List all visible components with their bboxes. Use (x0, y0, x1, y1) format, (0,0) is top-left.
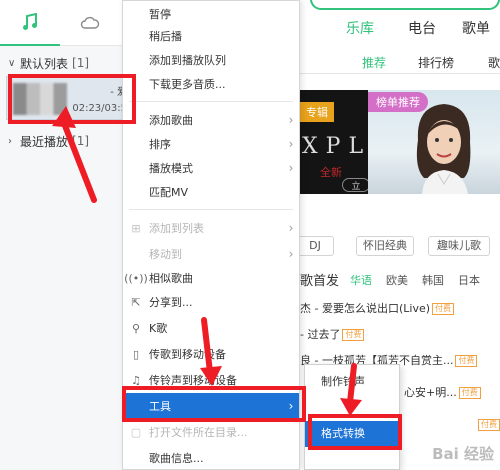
menu-item-move-to[interactable]: 移动到 › (123, 241, 299, 267)
search-box[interactable] (310, 0, 500, 10)
watermark: Bai 经验 (432, 445, 494, 463)
submenu-item-make-ringtone[interactable]: 制作铃声 (305, 369, 399, 395)
menu-item-add-song[interactable]: 添加歌曲 › (123, 107, 299, 133)
new-songs-title: 歌首发 (300, 274, 340, 289)
tab-cloud[interactable] (60, 0, 120, 46)
menu-item-add-to-queue[interactable]: 添加到播放队列 (123, 47, 299, 73)
album-banner[interactable]: 专辑 XPL 全新 立 (300, 90, 368, 194)
album-badge: 专辑 (300, 102, 334, 122)
vip-badge: 付费 (342, 329, 365, 341)
menu-item-play-mode[interactable]: 播放模式 › (123, 155, 299, 181)
song-row-text: 杰 - 爱要怎么说出口(Live) (300, 302, 431, 315)
vip-badge: 付费 (432, 303, 455, 315)
song-row[interactable]: 杰 - 爱要怎么说出口(Live) 付费 (300, 300, 500, 320)
chart-banner[interactable]: 榜单推荐 (368, 90, 500, 194)
radio-wave-icon: ((•)) (124, 271, 148, 285)
plus-icon: ⊞ (131, 221, 141, 235)
menu-item-share[interactable]: ⇱ 分享到... (123, 289, 299, 315)
microphone-icon: ⚲ (131, 321, 141, 335)
song-row-text: - 过去了 (300, 328, 341, 341)
vip-badge: 付费 (458, 387, 481, 399)
chevron-right-icon: › (8, 135, 12, 147)
chevron-right-icon: › (288, 161, 294, 175)
chevron-right-icon: › (288, 113, 294, 127)
chevron-right-icon: › (288, 137, 294, 151)
song-row[interactable]: 心安+明... 付费 (404, 384, 500, 404)
menu-item-add-to-list[interactable]: ⊞ 添加到列表 › (123, 215, 299, 241)
song-row-text: 心安+明... (404, 386, 457, 399)
playlist-sidebar: ∨ 默认列表 [1] - 爱 02:23/03:5 › 最近播放 [1] (0, 0, 135, 470)
menu-item-send-to-device[interactable]: ▯ 传歌到移动设备 (123, 341, 299, 367)
recent-list-label: 最近播放 (20, 134, 69, 149)
annotation-box-tools (122, 386, 306, 422)
tag-classics[interactable]: 怀旧经典 (356, 236, 414, 256)
chevron-down-icon: ∨ (8, 57, 16, 69)
recent-list-header[interactable]: › 最近播放 [1] (0, 128, 134, 154)
cloud-icon (80, 16, 100, 29)
folder-icon: ▢ (130, 425, 142, 439)
nav-tab-radio[interactable]: 电台 (408, 18, 436, 46)
chevron-right-icon: › (288, 221, 294, 235)
share-icon: ⇱ (131, 295, 141, 309)
phone-icon: ▯ (132, 347, 140, 361)
tag-dj[interactable]: DJ (296, 236, 334, 256)
music-note-icon (23, 12, 37, 30)
filter-western[interactable]: 欧美 (386, 272, 408, 288)
subnav-recommend[interactable]: 推荐 (362, 54, 386, 71)
artist-portrait (416, 104, 471, 194)
menu-separator (129, 209, 293, 210)
menu-item-open-folder[interactable]: ▢ 打开文件所在目录... (123, 419, 299, 445)
subnav-charts[interactable]: 排行榜 (418, 54, 454, 71)
annotation-box-track (8, 74, 136, 124)
new-songs-header: 歌首发 华语 欧美 韩国 日本 (300, 270, 500, 290)
tab-local-music[interactable] (0, 0, 60, 46)
album-red-text: 全新 (320, 166, 342, 179)
sub-nav: 推荐 排行榜 歌 (300, 52, 500, 74)
song-row[interactable]: 付费 (476, 418, 500, 438)
filter-chinese[interactable]: 华语 (350, 272, 372, 288)
annotation-box-format (308, 414, 402, 450)
menu-item-sort[interactable]: 排序 › (123, 131, 299, 157)
nav-tab-library[interactable]: 乐库 (346, 18, 374, 46)
tag-kids[interactable]: 趣味儿歌 (428, 236, 490, 256)
sidebar-tabs (0, 0, 134, 46)
nav-tab-playlists[interactable]: 歌单 (462, 18, 490, 46)
recent-list-count: [1] (72, 134, 90, 148)
chevron-right-icon: › (288, 247, 294, 261)
vip-badge: 付费 (455, 355, 478, 367)
album-big-text: XPL (302, 134, 368, 159)
album-button[interactable]: 立 (342, 178, 368, 192)
song-row[interactable]: - 过去了 付费 (300, 326, 500, 346)
bell-icon: ♫ (131, 373, 141, 387)
default-list-header[interactable]: ∨ 默认列表 [1] (0, 50, 134, 76)
menu-item-match-mv[interactable]: 匹配MV (123, 179, 299, 205)
subnav-divider (300, 73, 500, 74)
menu-item-play-later[interactable]: 稍后播 (123, 23, 299, 49)
main-nav: 乐库 电台 歌单 (300, 18, 500, 46)
menu-item-song-info[interactable]: 歌曲信息... (123, 445, 299, 470)
menu-item-karaoke[interactable]: ⚲ K歌 (123, 315, 299, 341)
menu-separator (129, 101, 293, 102)
filter-korean[interactable]: 韩国 (422, 272, 444, 288)
filter-japanese[interactable]: 日本 (458, 272, 480, 288)
menu-item-similar-songs[interactable]: ((•)) 相似歌曲 (123, 265, 299, 291)
default-list-label: 默认列表 (20, 56, 69, 71)
menu-item-download-quality[interactable]: 下载更多音质... (123, 71, 299, 97)
vip-badge: 付费 (478, 419, 500, 431)
subnav-more[interactable]: 歌 (488, 54, 500, 71)
default-list-count: [1] (72, 56, 90, 70)
